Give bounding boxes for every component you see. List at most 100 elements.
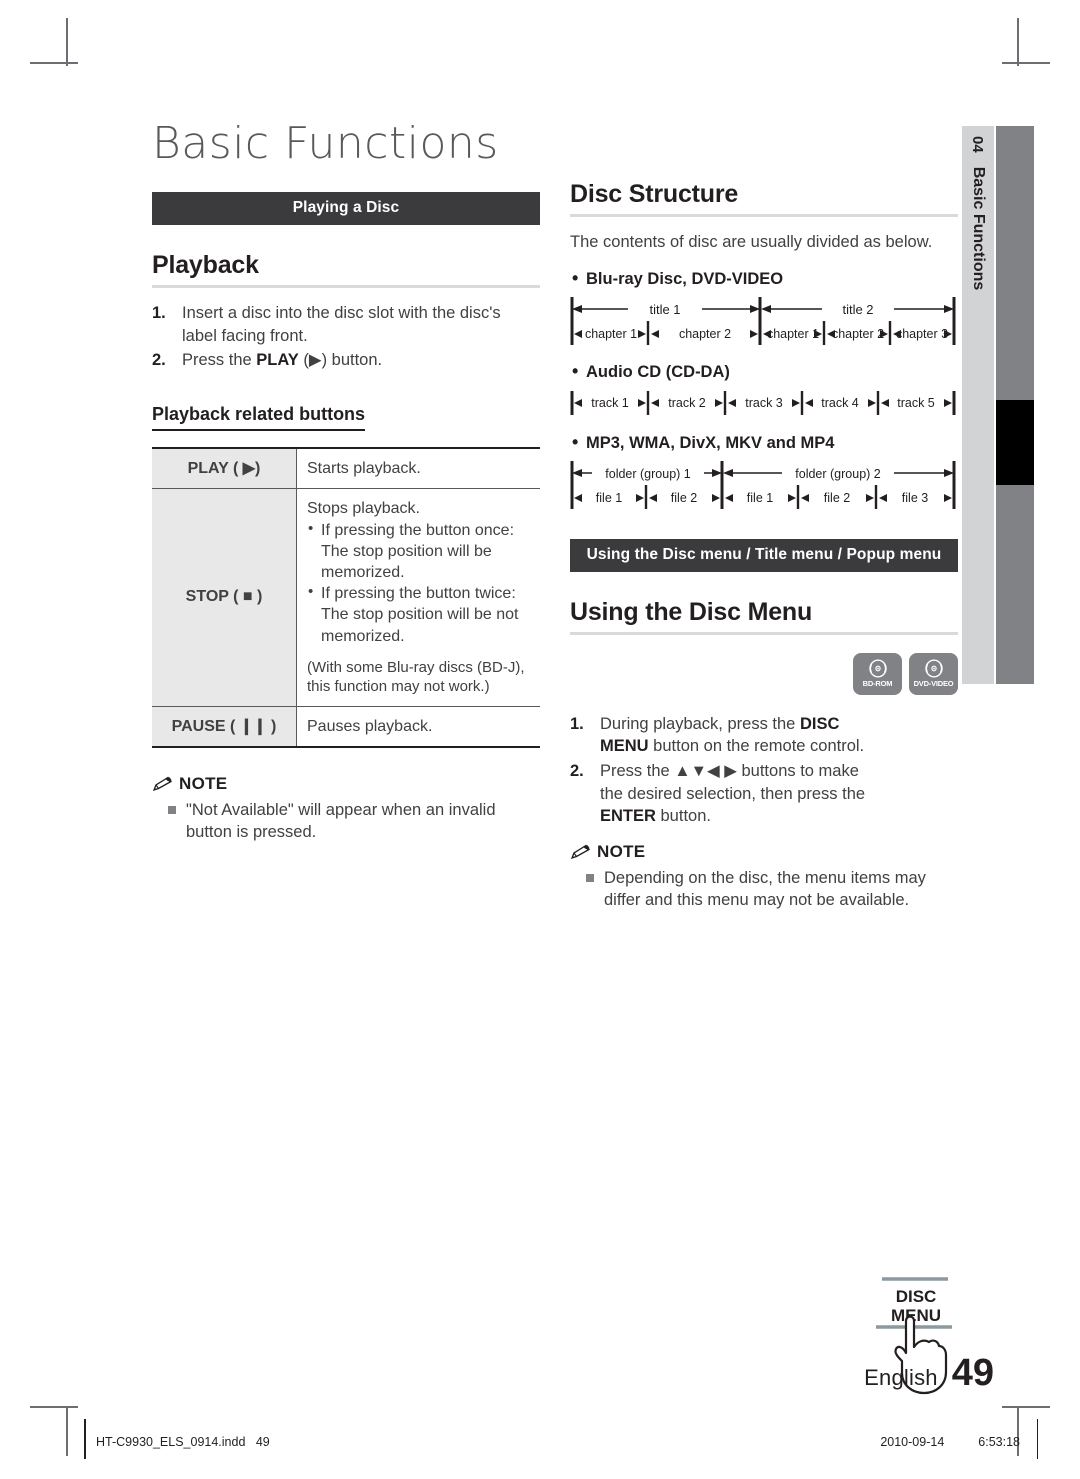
heading-rule: [570, 631, 958, 635]
chapter-number: 04: [969, 136, 987, 153]
svg-text:folder (group) 1: folder (group) 1: [605, 467, 691, 481]
description-line: Starts playback.: [307, 459, 421, 477]
note-label: NOTE: [597, 841, 646, 861]
note-item: Depending on the disc, the menu items ma…: [570, 867, 958, 912]
heading-using-the-disc-menu: Using the Disc Menu: [570, 597, 813, 626]
svg-text:chapter 2: chapter 2: [679, 327, 731, 341]
step-text-tail: (▶) button.: [298, 351, 383, 370]
disc-structure-diagram-audio-cd: track 1 track 2 track 3 track 4 track 5: [570, 388, 958, 418]
svg-text:chapter 1: chapter 1: [767, 327, 819, 341]
svg-text:title 2: title 2: [842, 302, 873, 317]
disc-structure-diagram-mp3: folder (group) 1 folder (group) 2 file 1: [570, 459, 958, 511]
step-number: 2.: [570, 761, 584, 780]
group-label-audio-cd: Audio CD (CD-DA): [570, 361, 958, 382]
list-item: 1. Insert a disc into the disc slot with …: [152, 302, 540, 347]
note-text: "Not Available" will appear when an inva…: [186, 800, 496, 842]
step-text-bold: ENTER: [600, 807, 656, 826]
heading-rule: [152, 285, 540, 288]
svg-text:file 2: file 2: [671, 491, 697, 505]
svg-text:chapter 2: chapter 2: [832, 327, 884, 341]
disc-menu-steps: 1. During playback, press the DISC MENU b…: [570, 713, 958, 828]
folio: English 49: [864, 1352, 994, 1395]
badge-label: BD-ROM: [862, 679, 893, 689]
footer-time: 6:53:18: [978, 1435, 1020, 1449]
pencil-icon: [152, 776, 174, 792]
step-number: 2.: [152, 351, 166, 370]
badge-dvd-video: DVD-VIDEO: [909, 652, 958, 695]
section-banner-playing-a-disc: Playing a Disc: [152, 192, 540, 225]
footer-filename: HT-C9930_ELS_0914.indd 49: [96, 1435, 270, 1449]
svg-text:chapter 3: chapter 3: [896, 327, 948, 341]
heading-rule: [570, 214, 958, 217]
square-bullet-icon: [586, 873, 594, 882]
table-row: STOP ( ■ ) Stops playback. If pressing t…: [152, 488, 540, 707]
svg-text:track 2: track 2: [668, 396, 706, 410]
crop-mark-top-right-vertical: [1017, 18, 1019, 66]
crop-mark-bottom-left-horizontal: [30, 1406, 78, 1408]
list-item: If pressing the button once: The stop po…: [308, 519, 530, 583]
list-item: 1. During playback, press the DISC MENU b…: [570, 713, 958, 758]
step-number: 1.: [152, 304, 166, 322]
svg-text:track 3: track 3: [745, 396, 783, 410]
footer-rule-left: [84, 1419, 86, 1459]
disc-structure-diagram-bluray: title 1 title 2 chapter 1 chapter 2 chap…: [570, 295, 958, 347]
crop-mark-bottom-right-horizontal: [1002, 1406, 1050, 1408]
step-text: During playback, press the: [600, 714, 800, 733]
step-text-bold: PLAY: [256, 351, 299, 370]
pencil-icon: [570, 844, 592, 860]
list-item: If pressing the button twice: The stop p…: [308, 582, 530, 646]
svg-text:file 1: file 1: [747, 491, 773, 505]
step-text: Press the ▲▼◀ ▶ buttons to make the desi…: [600, 761, 866, 803]
disc-icon: [924, 659, 943, 678]
playback-buttons-table: PLAY ( ▶) Starts playback. STOP ( ■ ) St…: [152, 446, 540, 748]
left-column: Playing a Disc Playback 1. Insert a disc …: [152, 192, 540, 844]
footer-rule-right: [1036, 1419, 1038, 1459]
table-cell-key: STOP ( ■ ): [152, 488, 297, 707]
crop-mark-top-left-vertical: [66, 18, 68, 66]
table-cell-key: PAUSE ( ❙❙ ): [152, 706, 297, 748]
note-text: Depending on the disc, the menu items ma…: [604, 868, 926, 910]
disc-structure-intro: The contents of disc are usually divided…: [570, 233, 933, 251]
svg-text:chapter 1: chapter 1: [585, 327, 637, 341]
footer-date: 2010-09-14: [880, 1435, 945, 1449]
folio-language: English: [864, 1365, 938, 1390]
right-column: Disc Structure The contents of disc are …: [570, 180, 958, 1394]
step-text: Press the: [182, 351, 257, 370]
table-row: PLAY ( ▶) Starts playback.: [152, 446, 540, 489]
svg-text:file 1: file 1: [596, 491, 622, 505]
square-bullet-icon: [168, 805, 176, 814]
list-item: 2. Press the ▲▼◀ ▶ buttons to make the de…: [570, 760, 958, 828]
note-label: NOTE: [179, 773, 228, 793]
crop-mark-top-right-horizontal: [1002, 62, 1050, 64]
step-number: 1.: [570, 714, 584, 733]
note-heading: NOTE: [152, 774, 540, 794]
footer-timestamp: 2010-09-14 6:53:18: [880, 1435, 1020, 1449]
svg-text:track 5: track 5: [897, 396, 935, 410]
chapter-side-tab: 04 Basic Functions: [962, 126, 994, 684]
svg-text:folder (group) 2: folder (group) 2: [795, 467, 881, 481]
footer-file-page: 49: [255, 1435, 270, 1449]
step-text: Insert a disc into the disc slot with th…: [182, 304, 501, 345]
description-parenthetical: (With some Blu-ray discs (BD-J), this fu…: [307, 658, 525, 696]
note-heading: NOTE: [570, 842, 958, 862]
chapter-index-marker-active: [996, 400, 1034, 485]
subheading-playback-related-buttons: Playback related buttons: [152, 404, 366, 431]
footer-file-name-text: HT-C9930_ELS_0914.indd: [96, 1435, 246, 1449]
step-text-tail: button.: [655, 807, 711, 826]
group-label-bluray: Blu-ray Disc, DVD-VIDEO: [570, 268, 958, 289]
section-banner-using-the-disc-menu: Using the Disc menu / Title menu / Popup…: [570, 538, 958, 572]
manual-page: 04 Basic Functions Basic Functions Playi…: [0, 0, 1080, 1479]
table-cell-description: Starts playback.: [296, 446, 540, 489]
disc-type-badges: BD-ROM DVD-VIDEO: [570, 652, 958, 695]
svg-text:title 1: title 1: [649, 302, 680, 317]
badge-label: DVD-VIDEO: [913, 679, 954, 689]
description-line: Pauses playback.: [307, 717, 433, 735]
note-item: "Not Available" will appear when an inva…: [152, 799, 540, 844]
heading-playback: Playback: [152, 251, 259, 279]
folio-page-number: 49: [951, 1352, 994, 1394]
table-cell-description: Pauses playback.: [296, 706, 540, 748]
crop-mark-bottom-left-vertical: [66, 1408, 68, 1456]
svg-text:file 2: file 2: [824, 491, 850, 505]
description-bullets: If pressing the button once: The stop po…: [307, 519, 530, 647]
badge-bd-rom: BD-ROM: [853, 652, 902, 695]
